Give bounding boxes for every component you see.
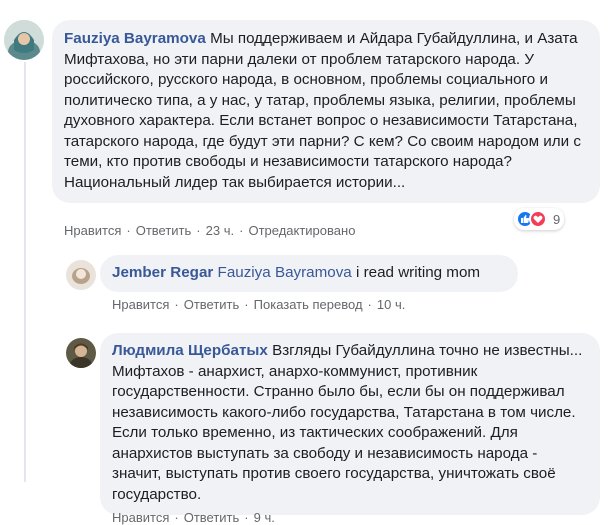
like-button[interactable]: Нравится bbox=[112, 297, 169, 312]
reaction-count: 9 bbox=[553, 211, 561, 227]
see-translation-button[interactable]: Показать перевод bbox=[254, 297, 363, 312]
comment-actions-lyudmila: Нравится · Ответить · 9 ч. bbox=[112, 510, 275, 525]
reply-button[interactable]: Ответить bbox=[184, 510, 240, 525]
avatar-jember[interactable] bbox=[66, 260, 96, 290]
reaction-summary[interactable]: 9 bbox=[514, 208, 565, 230]
comment-bubble-lyudmila: Людмила Щербатых Взгляды Губайдуллина то… bbox=[100, 333, 600, 515]
timestamp[interactable]: 9 ч. bbox=[254, 510, 275, 525]
avatar-lyudmila[interactable] bbox=[66, 338, 96, 368]
comment-actions-jember: Нравится · Ответить · Показать перевод · 10 ч. bbox=[112, 297, 406, 312]
edited-label: Отредактировано bbox=[248, 223, 356, 238]
thread-line bbox=[24, 62, 26, 482]
comment-author[interactable]: Jember Regar bbox=[112, 264, 213, 281]
avatar-image bbox=[66, 338, 96, 368]
comment-actions-fauziya: Нравится · Ответить · 23 ч. · Отредактировано bbox=[64, 223, 356, 238]
comment-text: Взгляды Губайдуллина точно не известны..… bbox=[112, 342, 583, 503]
comment-text: Мы поддерживаем и Айдара Губайдуллина, и… bbox=[64, 30, 581, 191]
reply-button[interactable]: Ответить bbox=[136, 223, 192, 238]
avatar-fauziya[interactable] bbox=[4, 20, 44, 60]
reply-button[interactable]: Ответить bbox=[184, 297, 240, 312]
comment-author[interactable]: Людмила Щербатых bbox=[112, 342, 268, 359]
comment-bubble-fauziya: Fauziya Bayramova Мы поддерживаем и Айда… bbox=[52, 20, 600, 203]
comment-text: i read writing mom bbox=[351, 264, 481, 281]
like-button[interactable]: Нравится bbox=[64, 223, 121, 238]
avatar-image bbox=[4, 20, 44, 60]
like-button[interactable]: Нравится bbox=[112, 510, 169, 525]
comment-author[interactable]: Fauziya Bayramova bbox=[64, 30, 206, 47]
love-reaction-icon bbox=[529, 210, 547, 228]
comment-bubble-jember: Jember Regar Fauziya Bayramova i read wr… bbox=[100, 255, 518, 292]
timestamp[interactable]: 10 ч. bbox=[377, 297, 405, 312]
timestamp[interactable]: 23 ч. bbox=[206, 223, 234, 238]
mention-link[interactable]: Fauziya Bayramova bbox=[218, 264, 352, 281]
avatar-image bbox=[66, 260, 96, 290]
